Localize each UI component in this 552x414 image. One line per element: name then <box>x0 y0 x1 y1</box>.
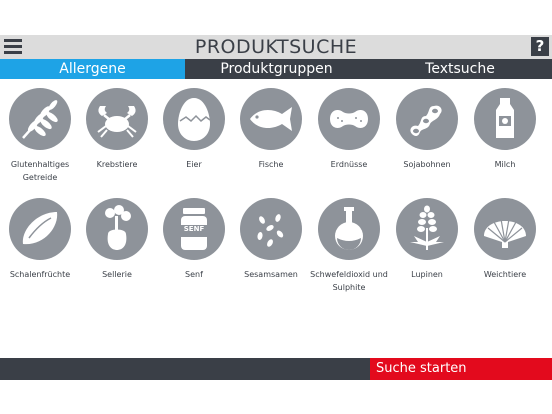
allergen-label: Schalenfrüchte <box>9 270 71 279</box>
peanut-icon <box>318 88 380 150</box>
allergen-item-gluten[interactable]: Glutenhaltiges Getreide <box>1 88 79 184</box>
allergen-label: Sojabohnen <box>403 160 451 169</box>
flask-icon <box>318 198 380 260</box>
allergen-label: Lupinen <box>411 270 443 279</box>
tab-allergene[interactable]: Allergene <box>0 59 185 79</box>
allergen-item-schalenfruechte[interactable]: Schalenfrüchte <box>1 198 79 281</box>
celery-icon <box>86 198 148 260</box>
shell-icon <box>474 198 536 260</box>
mustard-jar-icon: SENF <box>163 198 225 260</box>
allergen-item-fische[interactable]: Fische <box>232 88 310 171</box>
tab-textsuche[interactable]: Textsuche <box>368 59 552 79</box>
allergen-item-sellerie[interactable]: Sellerie <box>78 198 156 281</box>
allergen-label: Glutenhaltiges Getreide <box>10 160 70 182</box>
sesame-seeds-icon <box>240 198 302 260</box>
soybean-icon <box>396 88 458 150</box>
help-button[interactable]: ? <box>531 37 549 56</box>
egg-icon <box>163 88 225 150</box>
page-title: PRODUKTSUCHE <box>194 36 358 58</box>
allergen-item-sesamsamen[interactable]: Sesamsamen <box>232 198 310 281</box>
tab-produktgruppen[interactable]: Produktgruppen <box>185 59 368 79</box>
almond-icon <box>9 198 71 260</box>
fish-icon <box>240 88 302 150</box>
allergen-item-krebstiere[interactable]: Krebstiere <box>78 88 156 171</box>
allergen-item-schwefeldioxid[interactable]: Schwefeldioxid und Sulphite <box>310 198 388 294</box>
allergen-item-erdnuesse[interactable]: Erdnüsse <box>310 88 388 171</box>
milk-bottle-icon <box>474 88 536 150</box>
allergen-item-sojabohnen[interactable]: Sojabohnen <box>388 88 466 171</box>
allergen-item-eier[interactable]: Eier <box>155 88 233 171</box>
lupine-flower-icon <box>396 198 458 260</box>
allergen-label: Milch <box>494 160 516 169</box>
allergen-label: Eier <box>186 160 202 169</box>
allergen-label: Schwefeldioxid und Sulphite <box>310 270 388 292</box>
allergen-item-milch[interactable]: Milch <box>466 88 544 171</box>
search-start-button[interactable]: Suche starten <box>370 358 552 380</box>
mustard-jar-text: SENF <box>183 225 205 233</box>
allergen-label: Krebstiere <box>96 160 138 169</box>
allergen-label: Weichtiere <box>483 270 527 279</box>
grain-icon <box>9 88 71 150</box>
allergen-label: Sesamsamen <box>244 270 298 279</box>
allergen-label: Senf <box>185 270 203 279</box>
allergen-item-senf[interactable]: SENF Senf <box>155 198 233 281</box>
allergen-item-weichtiere[interactable]: Weichtiere <box>466 198 544 281</box>
allergen-label: Erdnüsse <box>330 160 368 169</box>
footer-bar: Suche starten <box>0 358 552 380</box>
header-bar: PRODUKTSUCHE ? <box>0 35 552 59</box>
allergen-label: Fische <box>258 160 284 169</box>
allergen-item-lupinen[interactable]: Lupinen <box>388 198 466 281</box>
tab-bar: Allergene Produktgruppen Textsuche <box>0 59 552 79</box>
allergen-label: Sellerie <box>102 270 132 279</box>
crab-icon <box>86 88 148 150</box>
